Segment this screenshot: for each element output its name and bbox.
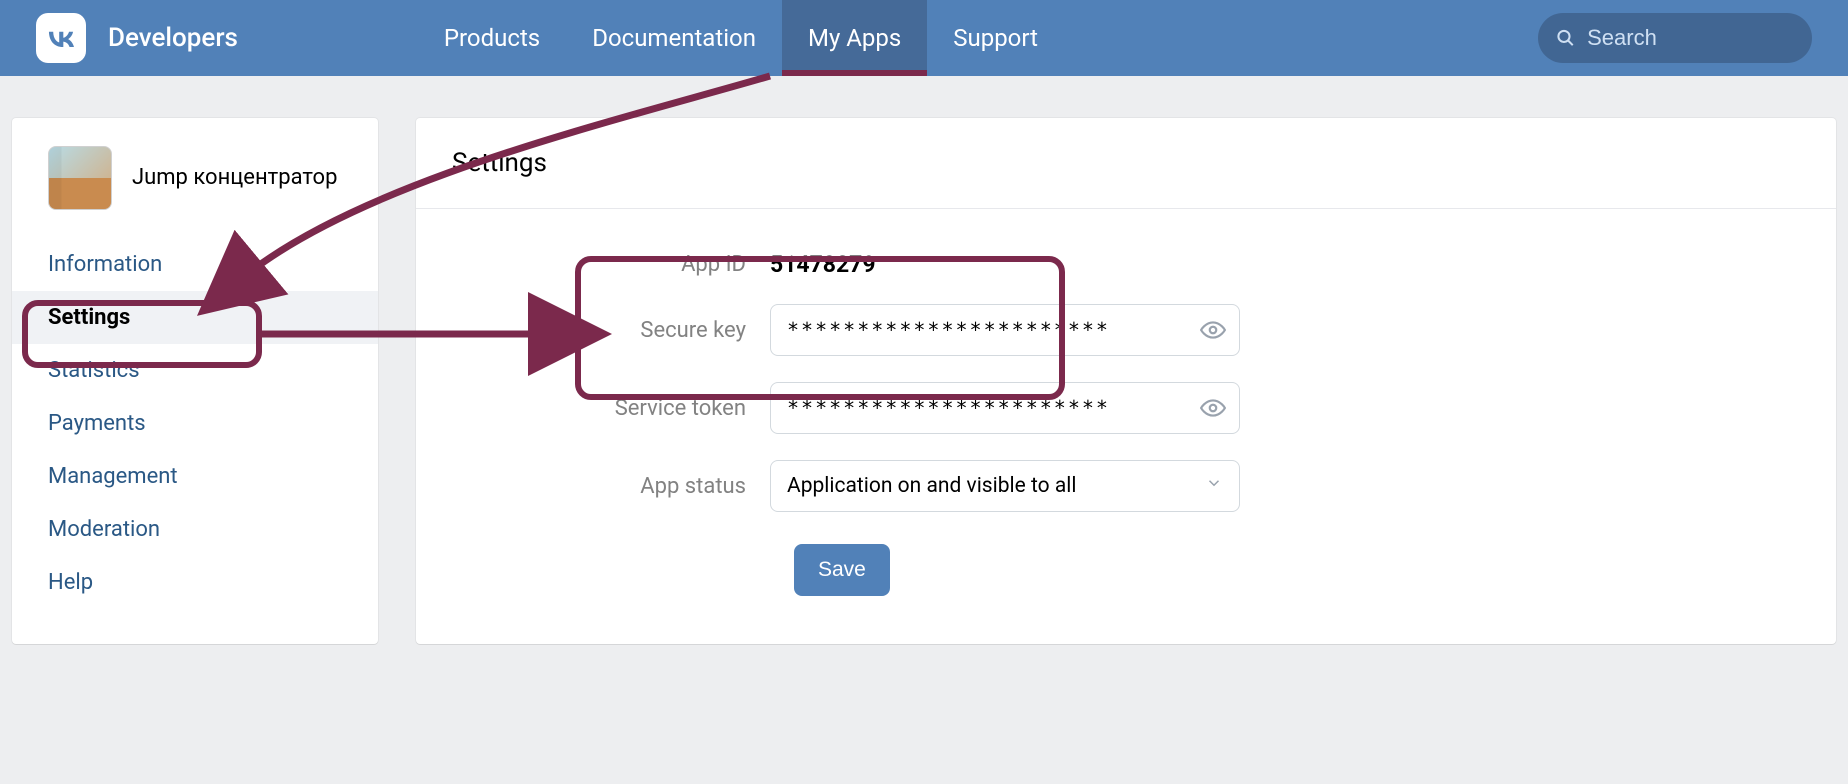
label-secure-key: Secure key bbox=[452, 318, 770, 343]
sidebar-item-settings[interactable]: Settings bbox=[12, 291, 378, 344]
row-secure-key: Secure key bbox=[452, 304, 1800, 356]
brand-label[interactable]: Developers bbox=[108, 23, 238, 53]
sidebar-item-statistics[interactable]: Statistics bbox=[12, 344, 378, 397]
sidebar-item-moderation[interactable]: Moderation bbox=[12, 503, 378, 556]
page-title: Settings bbox=[452, 148, 1800, 178]
label-service-token: Service token bbox=[452, 396, 770, 421]
secure-key-wrap bbox=[770, 304, 1240, 356]
vk-icon bbox=[43, 20, 79, 56]
app-block[interactable]: Jump концентратор bbox=[12, 118, 378, 238]
nav-support[interactable]: Support bbox=[927, 0, 1064, 76]
eye-icon bbox=[1200, 317, 1226, 343]
search-input[interactable] bbox=[1587, 25, 1794, 51]
app-icon bbox=[48, 146, 112, 210]
eye-icon bbox=[1200, 395, 1226, 421]
service-token-input[interactable] bbox=[770, 382, 1240, 434]
sidebar-item-help[interactable]: Help bbox=[12, 556, 378, 609]
row-service-token: Service token bbox=[452, 382, 1800, 434]
vk-logo-icon[interactable] bbox=[36, 13, 86, 63]
side-nav: Information Settings Statistics Payments… bbox=[12, 238, 378, 631]
save-button[interactable]: Save bbox=[794, 544, 890, 596]
main-panel: Settings App ID 51478279 Secure key Serv… bbox=[416, 118, 1836, 644]
search-box[interactable] bbox=[1538, 13, 1812, 63]
brand-block: Developers bbox=[36, 13, 238, 63]
app-status-value: Application on and visible to all bbox=[787, 474, 1076, 498]
service-token-wrap bbox=[770, 382, 1240, 434]
reveal-service-token-button[interactable] bbox=[1200, 395, 1226, 421]
settings-form: App ID 51478279 Secure key Service token bbox=[416, 209, 1836, 644]
search-icon bbox=[1556, 27, 1575, 49]
secure-key-input[interactable] bbox=[770, 304, 1240, 356]
label-app-status: App status bbox=[452, 474, 770, 499]
chevron-down-icon bbox=[1205, 474, 1223, 498]
app-status-select[interactable]: Application on and visible to all bbox=[770, 460, 1240, 512]
sidebar: Jump концентратор Information Settings S… bbox=[12, 118, 378, 644]
row-app-id: App ID 51478279 bbox=[452, 251, 1800, 278]
label-app-id: App ID bbox=[452, 252, 770, 277]
content: Jump концентратор Information Settings S… bbox=[0, 76, 1848, 644]
row-app-status: App status Application on and visible to… bbox=[452, 460, 1800, 512]
nav-my-apps[interactable]: My Apps bbox=[782, 0, 927, 76]
value-app-id: 51478279 bbox=[770, 251, 876, 278]
app-name: Jump концентратор bbox=[132, 163, 337, 193]
sidebar-item-information[interactable]: Information bbox=[12, 238, 378, 291]
topbar: Developers Products Documentation My App… bbox=[0, 0, 1848, 76]
topnav: Products Documentation My Apps Support bbox=[418, 0, 1064, 76]
nav-products[interactable]: Products bbox=[418, 0, 566, 76]
nav-documentation[interactable]: Documentation bbox=[566, 0, 782, 76]
main-header: Settings bbox=[416, 118, 1836, 209]
sidebar-item-payments[interactable]: Payments bbox=[12, 397, 378, 450]
reveal-secure-key-button[interactable] bbox=[1200, 317, 1226, 343]
sidebar-item-management[interactable]: Management bbox=[12, 450, 378, 503]
